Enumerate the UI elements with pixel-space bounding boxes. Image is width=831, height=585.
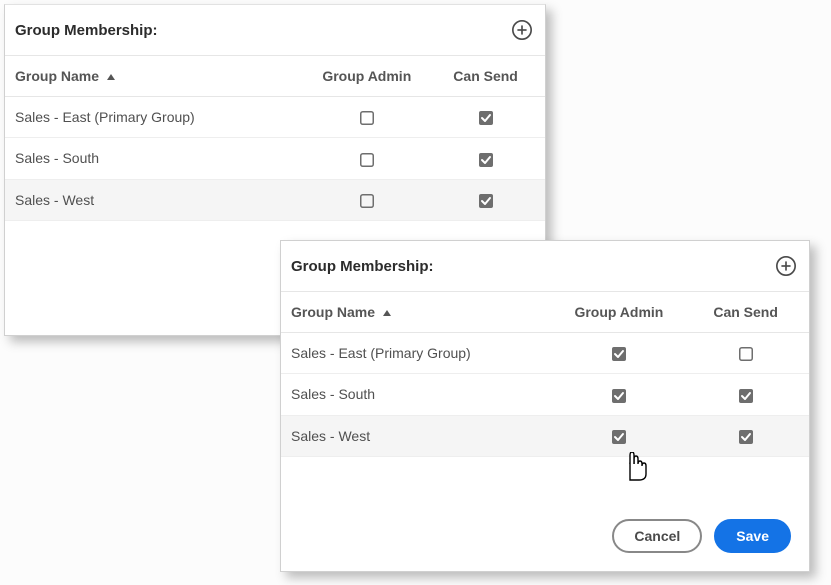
group-name-cell: Sales - South [5,138,307,179]
group-admin-checkbox[interactable] [360,153,374,167]
group-name-cell: Sales - South [281,374,556,415]
can-send-checkbox[interactable] [479,194,493,208]
group-admin-checkbox[interactable] [612,389,626,403]
can-send-cell [682,415,809,456]
group-admin-cell [307,179,426,220]
can-send-cell [426,97,545,138]
group-admin-cell [556,415,683,456]
group-admin-checkbox[interactable] [360,111,374,125]
col-header-send[interactable]: Can Send [682,292,809,333]
group-table: Group Name Group Admin Can Send Sales - … [281,291,809,457]
group-admin-checkbox[interactable] [612,347,626,361]
add-group-button[interactable] [511,19,533,41]
cancel-button[interactable]: Cancel [612,519,702,553]
col-header-send[interactable]: Can Send [426,56,545,97]
plus-circle-icon [511,19,533,41]
group-name-cell: Sales - West [5,179,307,220]
plus-circle-icon [775,255,797,277]
can-send-cell [426,179,545,220]
table-row: Sales - South [5,138,545,179]
col-header-admin[interactable]: Group Admin [556,292,683,333]
can-send-cell [682,374,809,415]
section-title: Group Membership: [291,258,434,275]
can-send-checkbox[interactable] [739,389,753,403]
table-row: Sales - West [5,179,545,220]
can-send-checkbox[interactable] [479,111,493,125]
table-row: Sales - East (Primary Group) [5,97,545,138]
col-header-admin[interactable]: Group Admin [307,56,426,97]
section-title: Group Membership: [15,22,158,39]
group-name-cell: Sales - East (Primary Group) [5,97,307,138]
group-admin-cell [307,138,426,179]
can-send-cell [682,333,809,374]
col-header-name[interactable]: Group Name [5,56,307,97]
can-send-checkbox[interactable] [739,430,753,444]
sort-asc-icon [383,310,391,316]
dialog-footer: Cancel Save [612,519,791,553]
save-button[interactable]: Save [714,519,791,553]
can-send-cell [426,138,545,179]
col-header-name[interactable]: Group Name [281,292,556,333]
group-table: Group Name Group Admin Can Send Sales - … [5,55,545,221]
can-send-checkbox[interactable] [739,347,753,361]
group-admin-cell [556,333,683,374]
group-admin-checkbox[interactable] [612,430,626,444]
sort-asc-icon [107,74,115,80]
table-row: Sales - East (Primary Group) [281,333,809,374]
group-name-cell: Sales - West [281,415,556,456]
can-send-checkbox[interactable] [479,153,493,167]
group-name-cell: Sales - East (Primary Group) [281,333,556,374]
table-row: Sales - West [281,415,809,456]
group-admin-cell [307,97,426,138]
group-admin-checkbox[interactable] [360,194,374,208]
table-row: Sales - South [281,374,809,415]
group-membership-panel-after: Group Membership: Group Name Gr [280,240,810,572]
group-admin-cell [556,374,683,415]
add-group-button[interactable] [775,255,797,277]
